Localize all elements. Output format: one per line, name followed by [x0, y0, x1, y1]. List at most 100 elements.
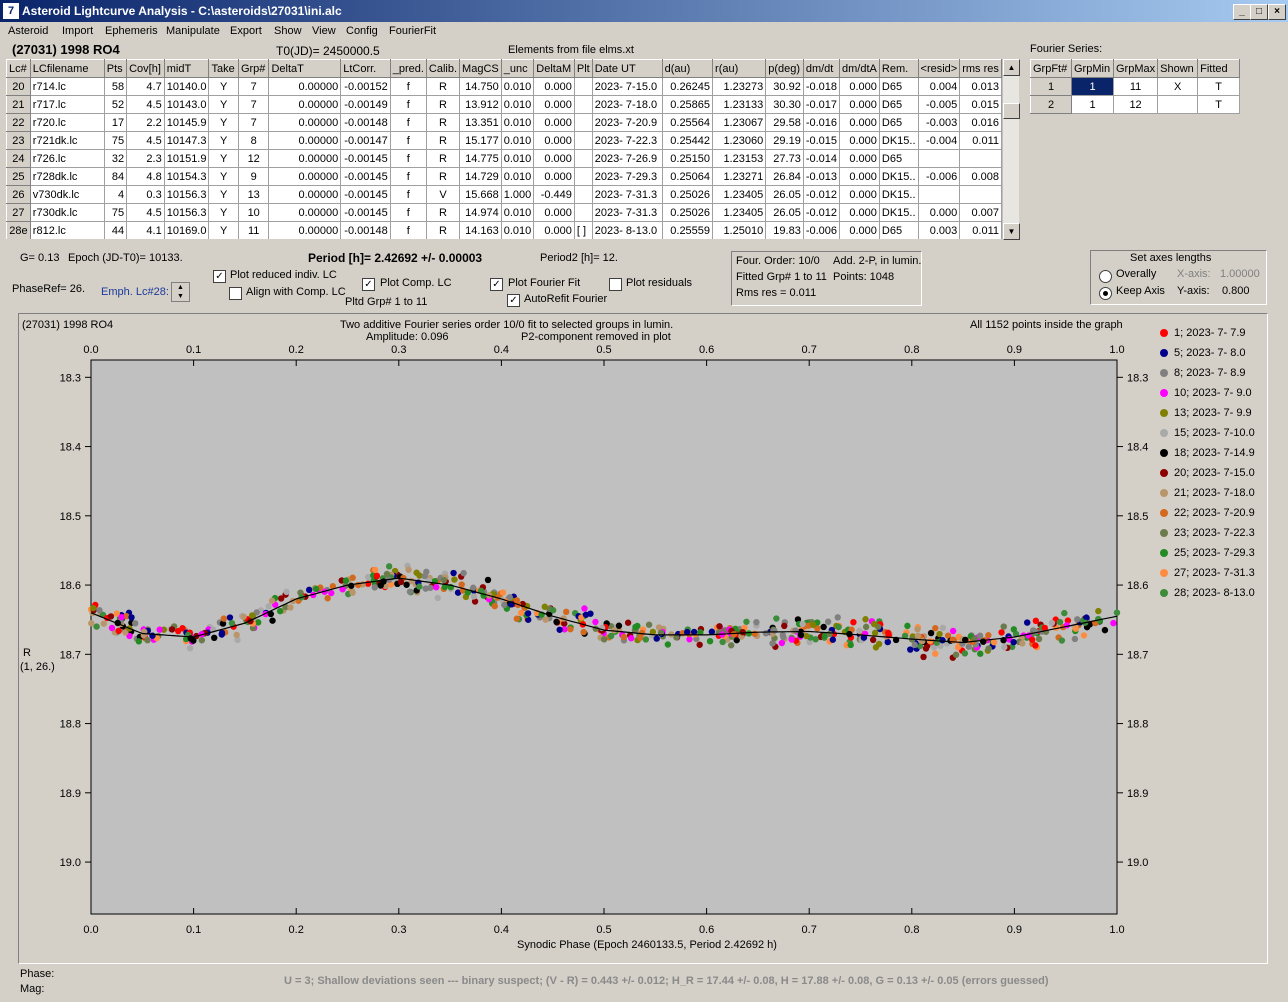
data-point [240, 613, 247, 620]
y-tick-label-right: 18.5 [1127, 511, 1148, 523]
data-point [371, 566, 379, 574]
data-point [1000, 623, 1007, 630]
legend-label: 25; 2023- 7-29.3 [1174, 547, 1255, 559]
data-point [730, 631, 737, 638]
data-point [788, 636, 795, 643]
legend-marker [1160, 549, 1168, 558]
data-point [1048, 619, 1056, 627]
data-point [773, 615, 780, 622]
x-tick-label: 0.1 [186, 924, 201, 936]
data-point [1058, 637, 1066, 644]
mag-readout: Mag: [20, 983, 45, 995]
summary-line: U = 3; Shallow deviations seen --- binar… [284, 975, 1049, 987]
data-point [653, 635, 660, 642]
data-point [716, 623, 723, 630]
y-tick-label: 18.9 [60, 788, 81, 800]
data-point [952, 651, 960, 658]
data-point [751, 630, 758, 637]
data-point [144, 636, 151, 644]
data-point [1061, 609, 1068, 617]
data-point [563, 608, 570, 616]
lightcurve-chart: 0.0 0.0 0.1 0.1 0.2 0.2 0.3 0.3 0.4 0.4 0.5 0.5 0.6 0… [60, 344, 1149, 936]
data-point [513, 615, 520, 622]
x-tick-label-top: 0.2 [289, 344, 304, 356]
data-point [869, 636, 877, 644]
data-point [248, 612, 256, 619]
x-tick-label: 0.3 [391, 924, 406, 936]
legend-marker [1160, 569, 1168, 578]
data-point [265, 603, 272, 610]
legend-label: 18; 2023- 7-14.9 [1174, 447, 1255, 459]
legend-label: 13; 2023- 7- 9.9 [1174, 407, 1252, 419]
data-point [809, 621, 817, 629]
data-point [927, 629, 935, 637]
legend-marker [1160, 449, 1168, 458]
y-tick-label-right: 18.9 [1127, 788, 1148, 800]
legend-marker [1160, 349, 1168, 358]
data-point [1035, 635, 1043, 643]
data-point [985, 645, 992, 652]
legend-marker [1160, 429, 1168, 438]
data-point [556, 626, 563, 633]
data-point [884, 638, 891, 646]
y-tick-label-right: 18.6 [1127, 580, 1148, 592]
data-point [980, 638, 987, 645]
x-tick-label-top: 0.3 [391, 344, 406, 356]
legend-marker [1160, 529, 1168, 538]
data-point [834, 614, 841, 621]
data-point [484, 576, 492, 584]
data-point [1001, 644, 1008, 651]
data-point [884, 629, 892, 637]
data-point [850, 618, 857, 626]
data-point [499, 589, 507, 596]
legend-marker [1160, 409, 1168, 418]
legend-item: 18; 2023- 7-14.9 [1160, 447, 1255, 459]
x-tick-label-top: 1.0 [1109, 344, 1124, 356]
legend-label: 10; 2023- 7- 9.0 [1174, 387, 1252, 399]
data-point [911, 641, 918, 649]
legend-item: 5; 2023- 7- 8.0 [1160, 347, 1246, 359]
legend-item: 15; 2023- 7-10.0 [1160, 427, 1255, 439]
data-point [922, 645, 930, 652]
data-point [440, 576, 448, 584]
data-point [1095, 607, 1102, 615]
legend-label: 15; 2023- 7-10.0 [1174, 427, 1255, 439]
data-point [1010, 638, 1017, 646]
legend-label: 1; 2023- 7- 7.9 [1174, 327, 1246, 339]
data-point [642, 636, 650, 643]
legend-item: 27; 2023- 7-31.3 [1160, 567, 1255, 579]
data-point [135, 638, 143, 645]
data-point [373, 572, 381, 580]
data-point [753, 618, 760, 626]
data-point [1071, 635, 1079, 643]
legend-item: 10; 2023- 7- 9.0 [1160, 387, 1252, 399]
x-tick-label-top: 0.4 [494, 344, 509, 356]
x-tick-label-top: 0.8 [904, 344, 919, 356]
x-tick-label-top: 0.9 [1007, 344, 1022, 356]
phase-readout: Phase: [20, 968, 55, 980]
data-point [416, 583, 423, 590]
data-point [233, 631, 240, 639]
legend-item: 21; 2023- 7-18.0 [1160, 487, 1255, 499]
data-point [856, 627, 863, 634]
legend-item: 23; 2023- 7-22.3 [1160, 527, 1255, 539]
data-point [727, 642, 735, 649]
data-point [797, 631, 805, 639]
data-point [198, 637, 206, 644]
x-tick-label: 0.0 [83, 924, 98, 936]
x-tick-label-top: 0.5 [596, 344, 611, 356]
data-point [542, 616, 549, 623]
data-point [743, 618, 750, 625]
data-point [862, 616, 869, 623]
legend-label: 23; 2023- 7-22.3 [1174, 527, 1255, 539]
data-point [615, 622, 623, 629]
data-point [870, 620, 878, 628]
y-tick-label: 18.8 [60, 719, 81, 731]
legend-marker [1160, 389, 1168, 398]
data-point [100, 620, 107, 627]
x-tick-label-top: 0.1 [186, 344, 201, 356]
data-point [847, 641, 854, 649]
data-point [397, 578, 405, 586]
data-point [998, 629, 1005, 636]
data-point [226, 614, 234, 621]
